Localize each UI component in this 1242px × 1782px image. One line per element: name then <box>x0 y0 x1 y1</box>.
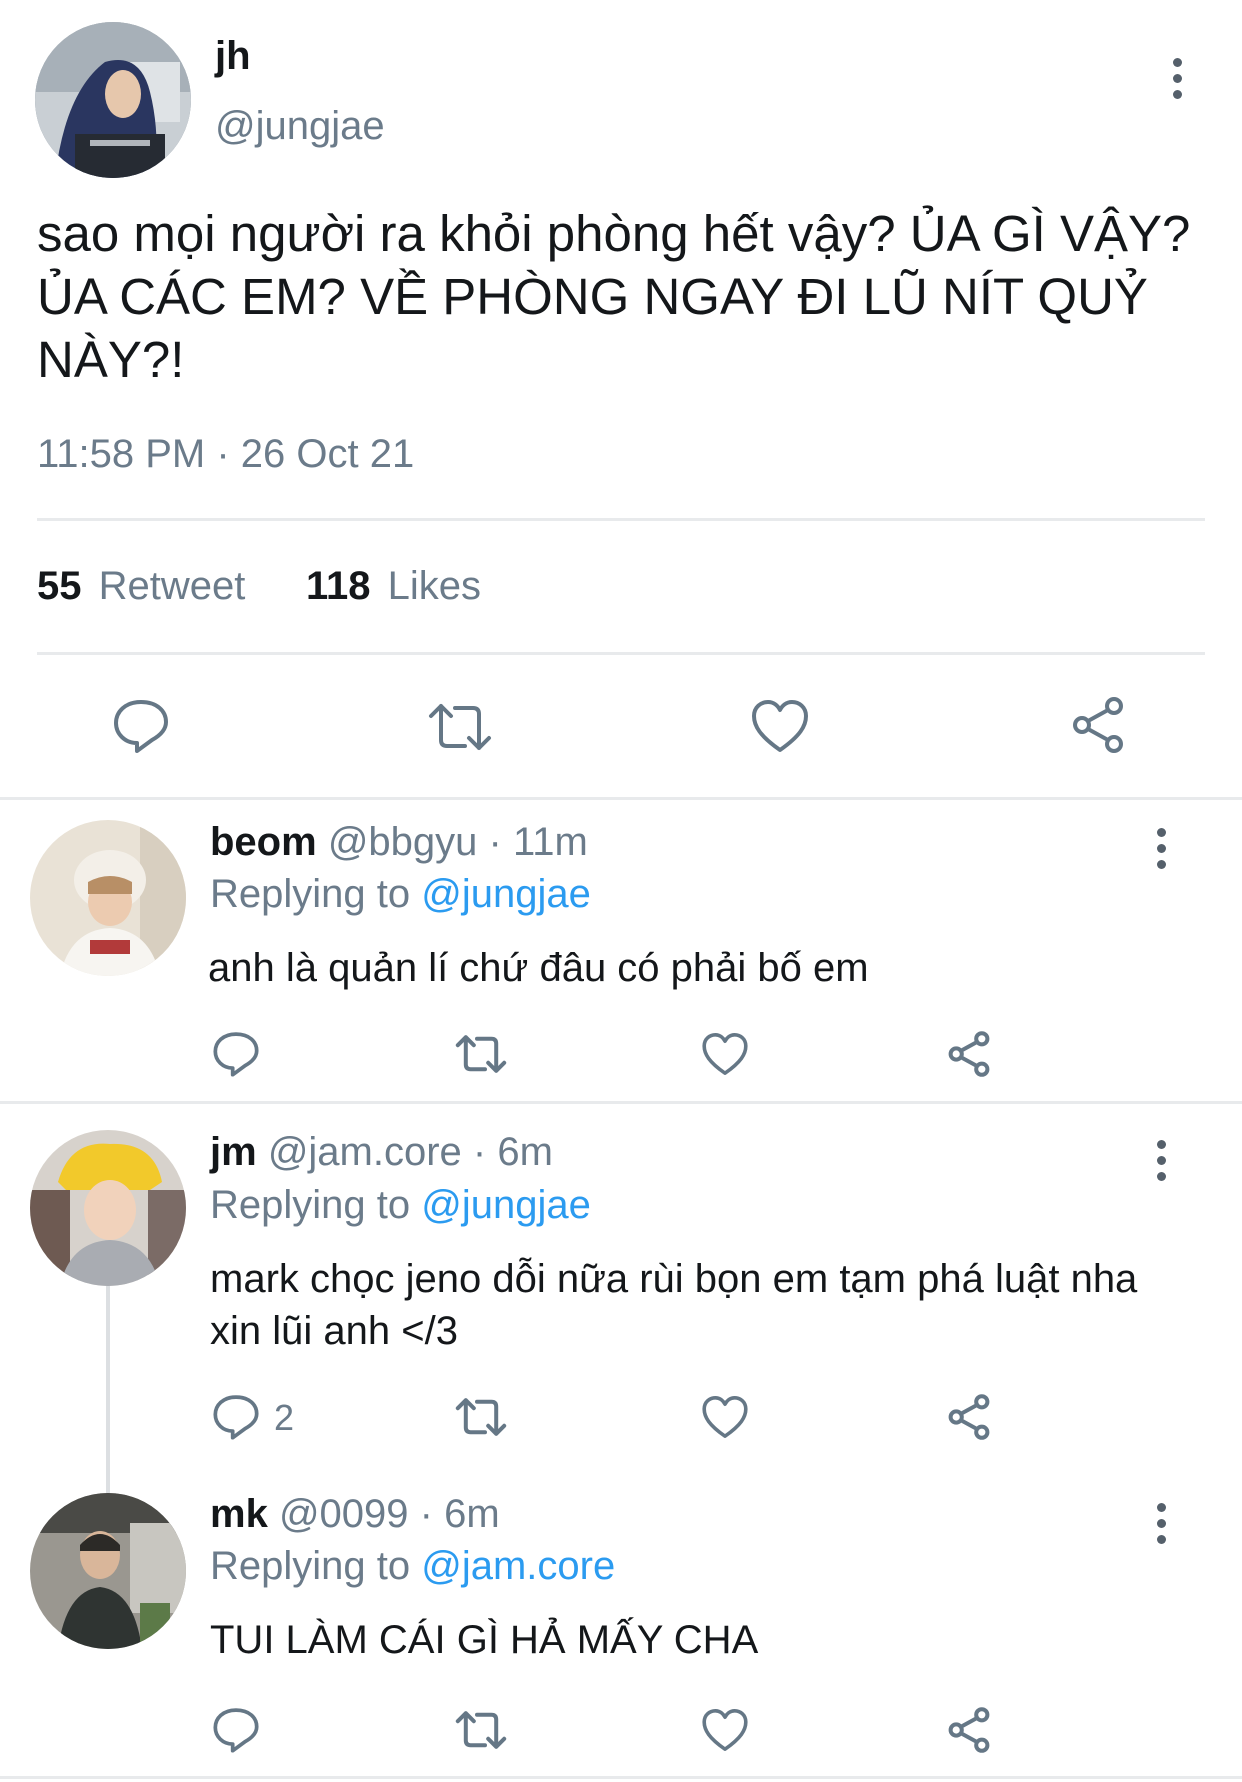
more-vertical-icon[interactable] <box>1151 828 1171 872</box>
retweet-icon <box>455 1035 507 1073</box>
reply-count: 2 <box>274 1397 295 1438</box>
reply-text: mark chọc jeno dỗi nữa rùi bọn em tạm ph… <box>210 1257 1138 1353</box>
avatar-jm[interactable] <box>30 1130 186 1286</box>
replying-handle-link[interactable]: @jungjae <box>421 872 591 916</box>
reply-meta: @0099 · 6m <box>278 1492 500 1536</box>
share-icon <box>948 1707 990 1753</box>
reply-display-name[interactable]: jm <box>210 1130 257 1174</box>
retweet-stats[interactable]: 55 Retweet <box>37 564 245 609</box>
divider <box>0 797 1242 800</box>
tweet-timestamp[interactable]: 11:58 PM · 26 Oct 21 <box>37 432 414 477</box>
reply-header: beom @bbgyu · 11m <box>210 820 588 865</box>
reply-button[interactable] <box>212 1393 260 1441</box>
avatar-jh-image <box>35 22 191 178</box>
reply-icon <box>213 1032 259 1077</box>
divider <box>0 1101 1242 1104</box>
retweet-button[interactable] <box>453 1710 509 1750</box>
share-icon <box>948 1031 990 1077</box>
share-button[interactable] <box>1068 695 1128 755</box>
replying-to: Replying to @jam.core <box>210 1544 615 1589</box>
more-vertical-icon[interactable] <box>1167 58 1187 102</box>
thread-line <box>106 1285 110 1497</box>
like-button[interactable] <box>701 1394 749 1440</box>
like-icon <box>752 700 808 752</box>
retweet-button[interactable] <box>453 1034 509 1074</box>
like-icon <box>702 1396 748 1438</box>
reply-meta: @jam.core · 6m <box>267 1130 553 1174</box>
reply-display-name[interactable]: mk <box>210 1492 268 1536</box>
reply-text: anh là quản lí chứ đâu có phải bố em <box>208 946 869 990</box>
reply-header: jm @jam.core · 6m <box>210 1130 553 1175</box>
like-count: 118 <box>306 564 371 608</box>
replying-handle-link[interactable]: @jam.core <box>421 1544 615 1588</box>
author-display-name[interactable]: jh <box>215 34 251 79</box>
like-button[interactable] <box>750 698 810 754</box>
like-icon <box>702 1033 748 1075</box>
retweet-button[interactable] <box>425 702 495 752</box>
share-button[interactable] <box>945 1030 993 1078</box>
retweet-button[interactable] <box>453 1397 509 1437</box>
retweet-count: 55 <box>37 564 82 608</box>
avatar-jm-image <box>30 1130 186 1286</box>
replying-to: Replying to @jungjae <box>210 1183 591 1228</box>
retweet-icon <box>429 704 491 750</box>
replying-label: Replying to <box>210 1544 411 1588</box>
like-button[interactable] <box>701 1707 749 1753</box>
divider <box>0 1776 1242 1779</box>
reply-button[interactable] <box>112 698 170 754</box>
reply-text: TUI LÀM CÁI GÌ HẢ MẤY CHA <box>210 1618 759 1662</box>
avatar-beom[interactable] <box>30 820 186 976</box>
divider <box>37 518 1205 521</box>
replying-to: Replying to @jungjae <box>210 872 591 917</box>
reply-header: mk @0099 · 6m <box>210 1492 500 1537</box>
share-button[interactable] <box>945 1393 993 1441</box>
author-handle[interactable]: @jungjae <box>215 104 385 149</box>
more-vertical-icon[interactable] <box>1151 1140 1171 1184</box>
reply-display-name[interactable]: beom <box>210 820 317 864</box>
replying-label: Replying to <box>210 1183 411 1227</box>
retweet-icon <box>455 1711 507 1749</box>
like-stats[interactable]: 118 Likes <box>306 564 481 609</box>
retweet-icon <box>455 1398 507 1436</box>
reply-icon <box>213 1395 259 1440</box>
replying-handle-link[interactable]: @jungjae <box>421 1183 591 1227</box>
avatar-jh[interactable] <box>35 22 191 178</box>
divider <box>37 652 1205 655</box>
reply-button[interactable] <box>212 1706 260 1754</box>
retweet-label: Retweet <box>98 564 246 608</box>
replying-label: Replying to <box>210 872 411 916</box>
reply-meta: @bbgyu · 11m <box>327 820 588 864</box>
avatar-mk[interactable] <box>30 1493 186 1649</box>
share-button[interactable] <box>945 1706 993 1754</box>
avatar-mk-image <box>30 1493 186 1649</box>
reply-button[interactable] <box>212 1030 260 1078</box>
like-label: Likes <box>387 564 482 608</box>
like-icon <box>702 1709 748 1751</box>
tweet-text: sao mọi người ra khỏi phòng hết vậy? ỦA … <box>37 205 1191 388</box>
more-vertical-icon[interactable] <box>1151 1503 1171 1547</box>
avatar-beom-image <box>30 820 186 976</box>
like-button[interactable] <box>701 1031 749 1077</box>
reply-icon <box>114 700 168 753</box>
reply-icon <box>213 1708 259 1753</box>
share-icon <box>948 1394 990 1440</box>
share-icon <box>1073 697 1123 753</box>
